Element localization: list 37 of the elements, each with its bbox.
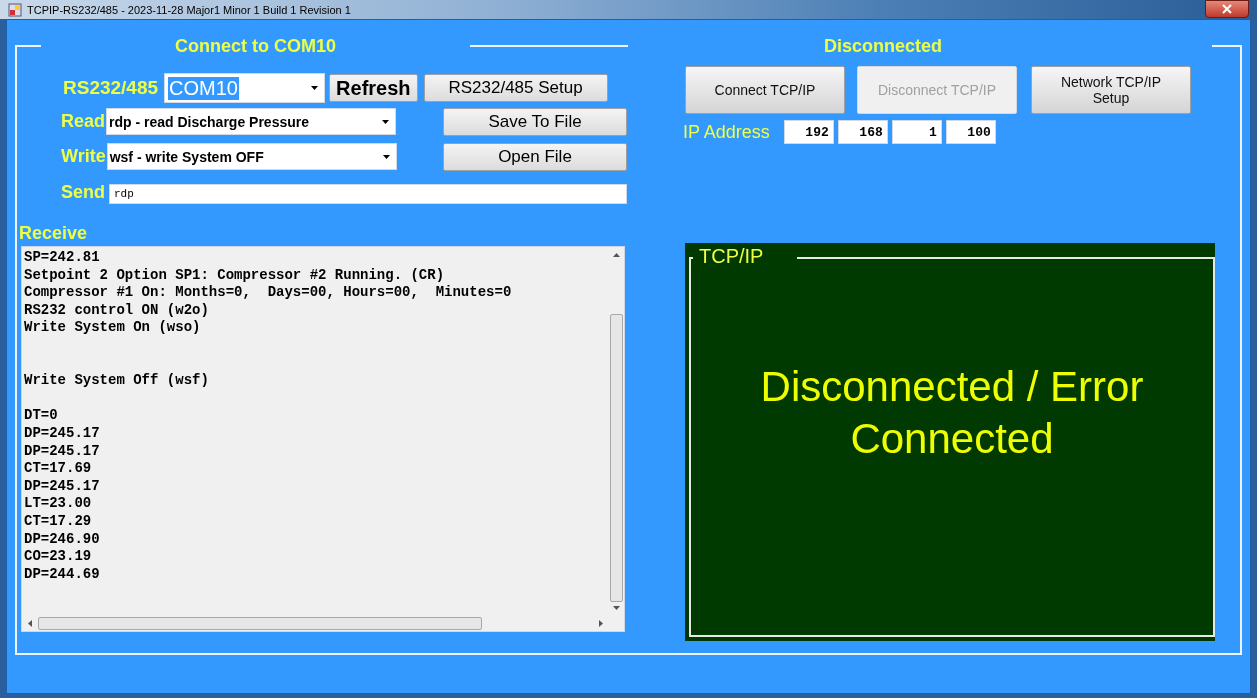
setup-button[interactable]: RS232/485 Setup xyxy=(423,74,608,102)
scroll-down-arrow-icon[interactable] xyxy=(613,606,620,610)
caret-icon xyxy=(311,86,319,90)
scroll-left-arrow-icon[interactable] xyxy=(28,620,32,627)
write-dropdown[interactable]: wsf - write System OFF xyxy=(106,143,397,170)
ip-octet-field[interactable]: 100 xyxy=(945,120,996,144)
app-icon xyxy=(8,2,22,17)
send-label: Send xyxy=(61,181,105,203)
port-label: RS232/485 xyxy=(63,77,159,99)
open-file-button[interactable]: Open File xyxy=(443,142,627,171)
ip-octet-field[interactable]: 168 xyxy=(837,120,888,144)
close-button[interactable] xyxy=(1205,0,1249,18)
refresh-button[interactable]: Refresh xyxy=(329,74,418,102)
close-icon xyxy=(1222,4,1232,14)
save-button[interactable]: Save To File xyxy=(443,107,627,136)
caret-icon xyxy=(382,119,389,124)
tcp-status-title: Disconnected xyxy=(824,35,943,57)
ip-octet-field[interactable]: 1 xyxy=(891,120,942,144)
scroll-right-arrow-icon[interactable] xyxy=(599,620,603,627)
receive-textbox[interactable] xyxy=(21,246,625,632)
read-label: Read xyxy=(61,111,105,132)
tcp-button[interactable]: Network TCP/IP Setup xyxy=(1031,66,1191,114)
read-dropdown[interactable]: rdp - read Discharge Pressure xyxy=(106,108,396,135)
receive-label: Receive xyxy=(19,223,89,244)
status-text: Disconnected / Error xyxy=(760,362,1144,412)
window-title: TCPIP-RS232/485 - 2023-11-28 Major1 Minor 1 Build 1 Revision 1 xyxy=(27,3,351,16)
status-text: Connected xyxy=(850,414,1054,464)
panel-title: TCP/IP xyxy=(698,245,765,268)
ip-address-label: IP Address xyxy=(683,121,770,143)
caret-icon xyxy=(382,154,390,159)
send-field[interactable]: rdp xyxy=(109,184,627,204)
scroll-up-arrow-icon[interactable] xyxy=(613,253,620,257)
tcp-button[interactable]: Connect TCP/IP xyxy=(685,66,845,114)
serial-status-title: Connect to COM10 xyxy=(175,35,336,57)
write-label: Write xyxy=(61,146,106,167)
ip-octet-field[interactable]: 192 xyxy=(783,120,834,144)
receive-text: SP=242.81 Setpoint 2 Option SP1: Compressor #2 Running. (CR) Compressor #1 On: Months=0, Days=00, Hours=00, Minutes=0 RS232 control ON (w2o) Write System On (wso) Write System Off (wsf) DT=0 DP=245.17 DP=245.17 CT=17.69 DP=245.17 LT=23.00 CT=17.29 DP=246.90 CO=23.19 DP=244.69 xyxy=(23,248,513,584)
